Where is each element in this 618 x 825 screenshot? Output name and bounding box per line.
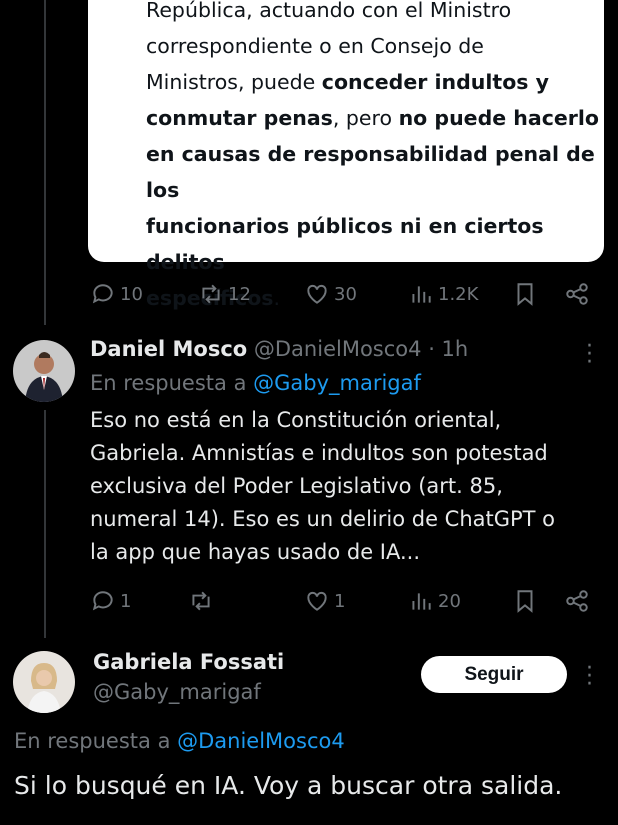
like-icon <box>307 591 327 611</box>
more-icon: · · · <box>586 656 593 697</box>
retweet-icon <box>202 284 220 304</box>
reply-context: En respuesta a @DanielMosco4 <box>14 729 345 753</box>
more-options-button[interactable]: · · · <box>586 656 593 697</box>
reply-count: 1 <box>120 590 132 612</box>
more-icon: · · · <box>586 334 593 375</box>
like-button[interactable]: 30 <box>304 281 357 307</box>
card-text-line: Ministros, puede conceder indultos y <box>146 70 550 94</box>
like-button[interactable]: 1 <box>304 588 345 614</box>
reply-button[interactable]: 1 <box>90 588 131 614</box>
author-handle[interactable]: @DanielMosco4 <box>254 337 422 361</box>
card-text-line: funcionarios públicos ni en ciertos deli… <box>146 214 544 274</box>
card-text-line: República, actuando con el Ministro <box>146 0 512 22</box>
timestamp[interactable]: · 1h <box>428 337 468 361</box>
tweet-text: Si lo busqué en IA. Voy a buscar otra sa… <box>14 771 563 800</box>
views-icon <box>412 593 431 610</box>
tweet-actions: 10 12 30 1.2K <box>90 279 600 309</box>
follow-button[interactable]: Seguir <box>421 656 567 693</box>
card-text-line: en causas de responsabilidad penal de lo… <box>146 142 595 202</box>
avatar-image <box>13 651 75 713</box>
thread-line <box>44 410 46 638</box>
retweet-button[interactable]: 12 <box>198 281 251 307</box>
share-button[interactable] <box>564 281 590 307</box>
avatar-image <box>13 340 75 402</box>
avatar[interactable] <box>13 340 75 402</box>
share-icon <box>566 590 588 612</box>
tweet-text: Eso no está en la Constitución oriental,… <box>90 404 555 569</box>
tweet-text-line: Eso no está en la Constitución oriental, <box>90 408 502 432</box>
bookmark-button[interactable] <box>512 281 538 307</box>
views-button[interactable]: 1.2K <box>408 281 478 307</box>
card-text-line: conmutar penas, pero no puede hacerlo <box>146 106 599 130</box>
reply-to-link[interactable]: @Gaby_marigaf <box>253 371 421 395</box>
reply-button[interactable]: 10 <box>90 281 143 307</box>
like-icon <box>307 284 327 304</box>
tweet-actions: 1 1 20 <box>90 586 600 616</box>
views-button[interactable]: 20 <box>408 588 461 614</box>
tweet-text-line: exclusiva del Poder Legislativo (art. 85… <box>90 474 503 498</box>
quoted-tweet-card[interactable]: República, actuando con el Ministro corr… <box>88 0 604 310</box>
more-options-button[interactable]: · · · <box>586 334 593 375</box>
bookmark-icon <box>517 283 533 306</box>
retweet-icon <box>192 591 210 611</box>
author-name[interactable]: Daniel Mosco <box>90 337 247 361</box>
reply-count: 10 <box>120 283 143 305</box>
bookmark-button[interactable] <box>512 588 538 614</box>
views-icon <box>412 286 431 303</box>
bookmark-icon <box>517 590 533 613</box>
author-handle[interactable]: @Gaby_marigaf <box>93 680 261 704</box>
tweet-text-line: la app que hayas usado de IA... <box>90 540 421 564</box>
card-text-line: correspondiente o en Consejo de <box>146 34 484 58</box>
views-count: 1.2K <box>438 283 479 305</box>
retweet-button[interactable] <box>188 588 214 614</box>
share-button[interactable] <box>564 588 590 614</box>
share-icon <box>566 283 588 305</box>
tweet-header: Daniel Mosco @DanielMosco4 · 1h <box>90 337 468 361</box>
reply-to-link[interactable]: @DanielMosco4 <box>177 729 345 753</box>
reply-icon <box>92 284 113 304</box>
tweet-text-line: numeral 14). Eso es un delirio de ChatGP… <box>90 507 556 531</box>
retweet-count: 12 <box>228 283 251 305</box>
views-count: 20 <box>438 590 461 612</box>
author-name[interactable]: Gabriela Fossati <box>93 650 284 674</box>
reply-context: En respuesta a @Gaby_marigaf <box>90 371 421 395</box>
tweet-text-line: Gabriela. Amnistías e indultos son potes… <box>90 441 548 465</box>
thread-line <box>44 0 46 325</box>
reply-icon <box>92 591 113 611</box>
avatar[interactable] <box>13 651 75 713</box>
like-count: 30 <box>334 283 357 305</box>
like-count: 1 <box>334 590 346 612</box>
